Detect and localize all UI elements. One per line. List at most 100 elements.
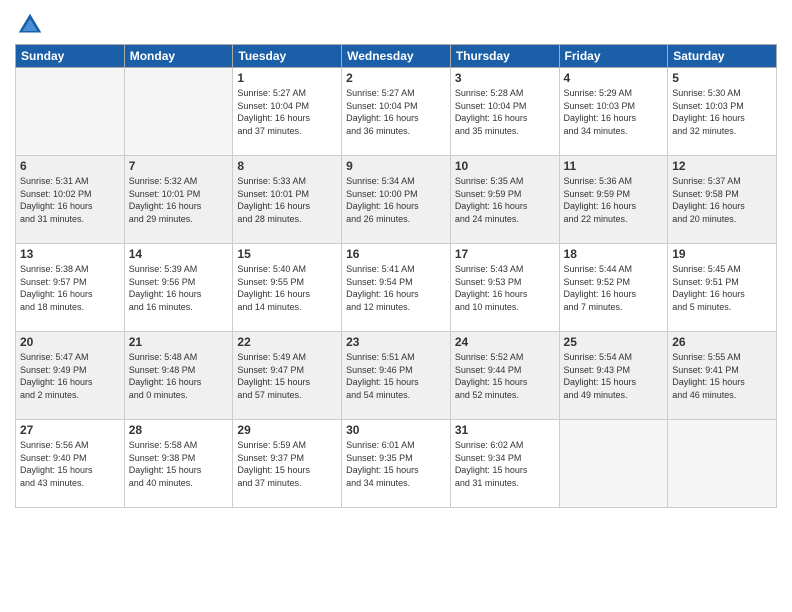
calendar-day-28: 28 Sunrise: 5:58 AM Sunset: 9:38 PM Dayli… [124, 420, 233, 508]
calendar-day-8: 8 Sunrise: 5:33 AM Sunset: 10:01 PM Dayli… [233, 156, 342, 244]
calendar-day-7: 7Sunrise: 5:32 AM Sunset: 10:01 PM Dayli… [124, 156, 233, 244]
calendar-day-29: 29Sunrise: 5:59 AM Sunset: 9:37 PM Dayli… [233, 420, 342, 508]
calendar-day-18: 18Sunrise: 5:44 AM Sunset: 9:52 PM Dayli… [559, 244, 668, 332]
calendar-day-24: 24 Sunrise: 5:52 AM Sunset: 9:44 PM Dayli… [450, 332, 559, 420]
day-info: Sunrise: 5:36 AM Sunset: 9:59 PM Dayligh… [564, 175, 664, 225]
day-info: Sunrise: 5:30 AM Sunset: 10:03 PM Daylig… [672, 87, 772, 137]
calendar-week-row: 13 Sunrise: 5:38 AM Sunset: 9:57 PM Dayli… [16, 244, 777, 332]
day-info: Sunrise: 5:56 AM Sunset: 9:40 PM Dayligh… [20, 439, 120, 489]
calendar-day-16: 16 Sunrise: 5:41 AM Sunset: 9:54 PM Dayli… [342, 244, 451, 332]
day-header-thursday: Thursday [450, 45, 559, 68]
header [15, 10, 777, 40]
day-number: 19 [672, 247, 772, 261]
calendar-day-1: 1 Sunrise: 5:27 AM Sunset: 10:04 PM Dayli… [233, 68, 342, 156]
day-number: 1 [237, 71, 337, 85]
calendar-empty-cell [559, 420, 668, 508]
day-number: 13 [20, 247, 120, 261]
calendar-empty-cell [668, 420, 777, 508]
calendar-day-26: 26Sunrise: 5:55 AM Sunset: 9:41 PM Dayli… [668, 332, 777, 420]
day-info: Sunrise: 5:43 AM Sunset: 9:53 PM Dayligh… [455, 263, 555, 313]
calendar-day-25: 25 Sunrise: 5:54 AM Sunset: 9:43 PM Dayli… [559, 332, 668, 420]
calendar-day-14: 14 Sunrise: 5:39 AM Sunset: 9:56 PM Dayli… [124, 244, 233, 332]
day-number: 16 [346, 247, 446, 261]
day-info: Sunrise: 5:52 AM Sunset: 9:44 PM Dayligh… [455, 351, 555, 401]
day-info: Sunrise: 6:02 AM Sunset: 9:34 PM Dayligh… [455, 439, 555, 489]
day-number: 5 [672, 71, 772, 85]
day-number: 27 [20, 423, 120, 437]
day-info: Sunrise: 5:37 AM Sunset: 9:58 PM Dayligh… [672, 175, 772, 225]
calendar-day-9: 9Sunrise: 5:34 AM Sunset: 10:00 PM Dayli… [342, 156, 451, 244]
calendar-day-13: 13 Sunrise: 5:38 AM Sunset: 9:57 PM Dayli… [16, 244, 125, 332]
day-number: 11 [564, 159, 664, 173]
calendar-day-20: 20 Sunrise: 5:47 AM Sunset: 9:49 PM Dayli… [16, 332, 125, 420]
day-number: 15 [237, 247, 337, 261]
day-number: 20 [20, 335, 120, 349]
day-number: 30 [346, 423, 446, 437]
calendar-day-15: 15 Sunrise: 5:40 AM Sunset: 9:55 PM Dayli… [233, 244, 342, 332]
calendar-day-11: 11 Sunrise: 5:36 AM Sunset: 9:59 PM Dayli… [559, 156, 668, 244]
day-number: 2 [346, 71, 446, 85]
page: SundayMondayTuesdayWednesdayThursdayFrid… [0, 0, 792, 612]
day-number: 10 [455, 159, 555, 173]
day-number: 21 [129, 335, 229, 349]
day-number: 28 [129, 423, 229, 437]
day-info: Sunrise: 5:54 AM Sunset: 9:43 PM Dayligh… [564, 351, 664, 401]
day-info: Sunrise: 5:33 AM Sunset: 10:01 PM Daylig… [237, 175, 337, 225]
calendar-day-2: 2 Sunrise: 5:27 AM Sunset: 10:04 PM Dayli… [342, 68, 451, 156]
day-info: Sunrise: 5:48 AM Sunset: 9:48 PM Dayligh… [129, 351, 229, 401]
day-number: 17 [455, 247, 555, 261]
day-info: Sunrise: 5:59 AM Sunset: 9:37 PM Dayligh… [237, 439, 337, 489]
day-header-wednesday: Wednesday [342, 45, 451, 68]
day-number: 8 [237, 159, 337, 173]
calendar-day-27: 27 Sunrise: 5:56 AM Sunset: 9:40 PM Dayli… [16, 420, 125, 508]
logo [15, 10, 49, 40]
calendar-day-12: 12Sunrise: 5:37 AM Sunset: 9:58 PM Dayli… [668, 156, 777, 244]
calendar-day-3: 3 Sunrise: 5:28 AM Sunset: 10:04 PM Dayli… [450, 68, 559, 156]
calendar-day-30: 30 Sunrise: 6:01 AM Sunset: 9:35 PM Dayli… [342, 420, 451, 508]
day-number: 6 [20, 159, 120, 173]
day-number: 24 [455, 335, 555, 349]
day-info: Sunrise: 5:49 AM Sunset: 9:47 PM Dayligh… [237, 351, 337, 401]
calendar-day-5: 5 Sunrise: 5:30 AM Sunset: 10:03 PM Dayli… [668, 68, 777, 156]
day-info: Sunrise: 6:01 AM Sunset: 9:35 PM Dayligh… [346, 439, 446, 489]
day-number: 26 [672, 335, 772, 349]
calendar-empty-cell [124, 68, 233, 156]
day-number: 3 [455, 71, 555, 85]
day-info: Sunrise: 5:28 AM Sunset: 10:04 PM Daylig… [455, 87, 555, 137]
day-info: Sunrise: 5:51 AM Sunset: 9:46 PM Dayligh… [346, 351, 446, 401]
day-header-monday: Monday [124, 45, 233, 68]
calendar-day-4: 4 Sunrise: 5:29 AM Sunset: 10:03 PM Dayli… [559, 68, 668, 156]
day-info: Sunrise: 5:58 AM Sunset: 9:38 PM Dayligh… [129, 439, 229, 489]
calendar-day-22: 22Sunrise: 5:49 AM Sunset: 9:47 PM Dayli… [233, 332, 342, 420]
day-header-saturday: Saturday [668, 45, 777, 68]
calendar-day-19: 19 Sunrise: 5:45 AM Sunset: 9:51 PM Dayli… [668, 244, 777, 332]
day-info: Sunrise: 5:45 AM Sunset: 9:51 PM Dayligh… [672, 263, 772, 313]
calendar-day-31: 31 Sunrise: 6:02 AM Sunset: 9:34 PM Dayli… [450, 420, 559, 508]
day-info: Sunrise: 5:27 AM Sunset: 10:04 PM Daylig… [237, 87, 337, 137]
calendar-week-row: 20 Sunrise: 5:47 AM Sunset: 9:49 PM Dayli… [16, 332, 777, 420]
day-header-tuesday: Tuesday [233, 45, 342, 68]
day-number: 23 [346, 335, 446, 349]
day-info: Sunrise: 5:29 AM Sunset: 10:03 PM Daylig… [564, 87, 664, 137]
day-number: 31 [455, 423, 555, 437]
day-number: 25 [564, 335, 664, 349]
calendar-day-17: 17 Sunrise: 5:43 AM Sunset: 9:53 PM Dayli… [450, 244, 559, 332]
calendar-day-23: 23 Sunrise: 5:51 AM Sunset: 9:46 PM Dayli… [342, 332, 451, 420]
calendar-day-6: 6Sunrise: 5:31 AM Sunset: 10:02 PM Dayli… [16, 156, 125, 244]
calendar-week-row: 27 Sunrise: 5:56 AM Sunset: 9:40 PM Dayli… [16, 420, 777, 508]
day-info: Sunrise: 5:32 AM Sunset: 10:01 PM Daylig… [129, 175, 229, 225]
calendar-header-row: SundayMondayTuesdayWednesdayThursdayFrid… [16, 45, 777, 68]
day-info: Sunrise: 5:41 AM Sunset: 9:54 PM Dayligh… [346, 263, 446, 313]
day-info: Sunrise: 5:38 AM Sunset: 9:57 PM Dayligh… [20, 263, 120, 313]
calendar-empty-cell [16, 68, 125, 156]
day-info: Sunrise: 5:40 AM Sunset: 9:55 PM Dayligh… [237, 263, 337, 313]
calendar-day-21: 21 Sunrise: 5:48 AM Sunset: 9:48 PM Dayli… [124, 332, 233, 420]
day-header-sunday: Sunday [16, 45, 125, 68]
day-info: Sunrise: 5:39 AM Sunset: 9:56 PM Dayligh… [129, 263, 229, 313]
calendar-table: SundayMondayTuesdayWednesdayThursdayFrid… [15, 44, 777, 508]
day-number: 4 [564, 71, 664, 85]
day-number: 9 [346, 159, 446, 173]
day-number: 14 [129, 247, 229, 261]
day-info: Sunrise: 5:27 AM Sunset: 10:04 PM Daylig… [346, 87, 446, 137]
day-info: Sunrise: 5:47 AM Sunset: 9:49 PM Dayligh… [20, 351, 120, 401]
